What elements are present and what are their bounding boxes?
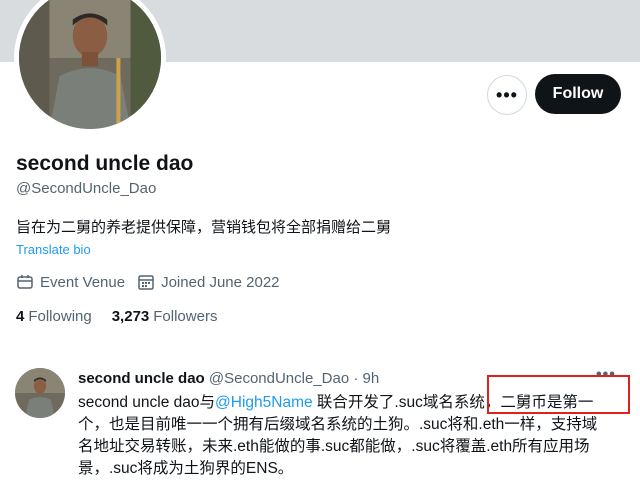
tweet-header: second uncle dao @SecondUncle_Dao · 9h — [78, 370, 379, 387]
joined-item: Joined June 2022 — [137, 273, 280, 291]
location-label: Event Venue — [40, 273, 126, 291]
tweet-text-part2: 联合开发了.suc域名系统，二舅币是第一 — [312, 394, 594, 411]
following-label: Following — [28, 308, 92, 325]
following-count: 4 — [16, 308, 25, 325]
followers-label: Followers — [153, 308, 218, 325]
tweet-text: second uncle dao与@High5Name 联合开发了.suc域名系… — [78, 392, 638, 480]
tweet-separator: · — [353, 370, 359, 387]
tweet-mention-link[interactable]: @High5Name — [215, 394, 313, 411]
profile-display-name: second uncle dao — [16, 152, 194, 175]
tweet-avatar[interactable] — [15, 368, 65, 418]
tweet[interactable]: second uncle dao @SecondUncle_Dao · 9h •… — [0, 356, 640, 493]
tweet-line-1: second uncle dao与@High5Name 联合开发了.suc域名系… — [78, 392, 638, 414]
follow-button[interactable]: Follow — [535, 74, 621, 114]
tweet-text-part1: second uncle dao与 — [78, 394, 216, 411]
tweet-time[interactable]: 9h — [363, 370, 380, 387]
profile-handle: @SecondUncle_Dao — [16, 180, 157, 197]
more-dots-icon: ••• — [496, 84, 518, 105]
calendar-icon — [138, 275, 154, 290]
following-link[interactable]: 4 Following — [16, 308, 92, 325]
tweet-more-button[interactable]: ••• — [596, 366, 616, 384]
joined-label: Joined June 2022 — [161, 273, 280, 291]
more-options-button[interactable]: ••• — [487, 75, 527, 115]
follow-stats: 4 Following 3,273 Followers — [16, 308, 237, 325]
avatar-photo — [19, 0, 161, 129]
calendar-event-icon — [17, 275, 33, 289]
translate-bio-link[interactable]: Translate bio — [16, 242, 91, 257]
profile-bio: 旨在为二舅的养老提供保障，营销钱包将全部捐赠给二舅 — [16, 219, 392, 236]
followers-link[interactable]: 3,273 Followers — [112, 308, 218, 325]
tweet-line-4: 景，.suc将成为土狗界的ENS。 — [78, 460, 294, 477]
tweet-line-2: 个，也是目前唯一一个拥有后缀域名系统的土狗。.suc将和.eth一样，支持域 — [78, 416, 598, 433]
location-item: Event Venue — [16, 273, 125, 291]
profile-meta: Event Venue Joined June 2022 — [16, 273, 292, 291]
tweet-author-name[interactable]: second uncle dao — [78, 370, 205, 387]
tweet-author-handle[interactable]: @SecondUncle_Dao — [209, 370, 349, 387]
tweet-line-3: 名地址交易转账，未来.eth能做的事.suc都能做，.suc将覆盖.eth所有应… — [78, 438, 590, 455]
profile-avatar[interactable] — [14, 0, 166, 134]
followers-count: 3,273 — [111, 308, 150, 325]
